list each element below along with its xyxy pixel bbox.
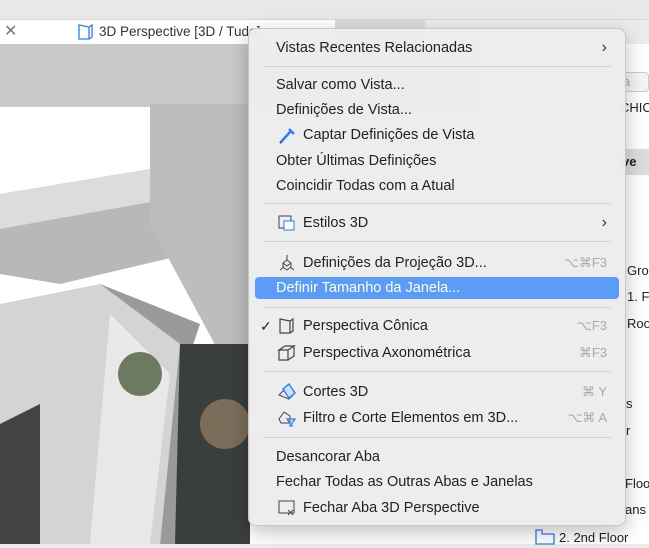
tree-item[interactable]: Floor [625, 476, 649, 491]
perspective-icon [76, 23, 94, 44]
checkmark-icon: ✓ [260, 317, 272, 334]
perspective-icon [277, 317, 297, 335]
close-tab-icon [277, 499, 297, 517]
menu-item-3d-cutaway[interactable]: Cortes 3D ⌘ Y [255, 381, 619, 403]
tree-item[interactable]: Roo [627, 316, 649, 331]
chevron-right-icon: › [601, 214, 607, 231]
tree-item[interactable]: s [626, 396, 633, 411]
tree-item[interactable]: 2. 2nd Floor [559, 530, 628, 545]
separator [263, 307, 611, 308]
menu-item-projection-settings[interactable]: Definições da Projeção 3D... ⌥⌘F3 [255, 252, 619, 274]
floor-plan-icon [535, 529, 555, 548]
tree-item[interactable]: 1. F [627, 289, 649, 304]
separator [263, 66, 611, 67]
menu-item-set-window-size[interactable]: Definir Tamanho da Janela... [255, 277, 619, 299]
menu-item-view-settings[interactable]: Definições de Vista... [255, 99, 619, 121]
menu-item-get-last-settings[interactable]: Obter Últimas Definições [255, 150, 619, 172]
menu-item-3d-styles[interactable]: Estilos 3D › [255, 212, 619, 234]
tree-item[interactable]: ans [625, 502, 646, 517]
filter-cut-icon [277, 409, 297, 427]
axonometric-icon [277, 344, 297, 362]
menu-item-close-other-tabs[interactable]: Fechar Todas as Outras Abas e Janelas [255, 471, 619, 493]
tab-title: 3D Perspective [3D / Tudo] [99, 24, 261, 39]
chevron-right-icon: › [601, 39, 607, 56]
close-icon[interactable]: ✕ [4, 21, 17, 41]
menu-item-capture-settings[interactable]: Captar Definições de Vista [255, 124, 619, 146]
projection-settings-icon [277, 254, 297, 272]
menu-item-axonometric[interactable]: Perspectiva Axonométrica ⌘F3 [255, 342, 619, 364]
3d-cutaway-icon [277, 382, 297, 401]
eyedropper-icon [277, 126, 297, 144]
menu-item-save-view[interactable]: Salvar como Vista... [255, 74, 619, 96]
tree-item[interactable]: Gro [627, 263, 649, 278]
title-bar [0, 0, 649, 20]
separator [263, 203, 611, 204]
separator [263, 371, 611, 372]
separator [263, 437, 611, 438]
menu-item-undock-tab[interactable]: Desancorar Aba [255, 446, 619, 468]
separator [263, 241, 611, 242]
menu-item-close-tab[interactable]: Fechar Aba 3D Perspective [255, 497, 619, 519]
menu-item-filter-cut[interactable]: Filtro e Corte Elementos em 3D... ⌥⌘ A [255, 407, 619, 429]
menu-item-match-all[interactable]: Coincidir Todas com a Atual [255, 175, 619, 197]
tree-item[interactable]: r [626, 423, 630, 438]
3d-styles-icon [277, 214, 297, 232]
menu-item-perspective[interactable]: ✓ Perspectiva Cônica ⌥F3 [255, 315, 619, 337]
context-menu: Vistas Recentes Relacionadas › Salvar com… [248, 28, 626, 526]
menu-item-recent-views[interactable]: Vistas Recentes Relacionadas › [255, 37, 619, 59]
